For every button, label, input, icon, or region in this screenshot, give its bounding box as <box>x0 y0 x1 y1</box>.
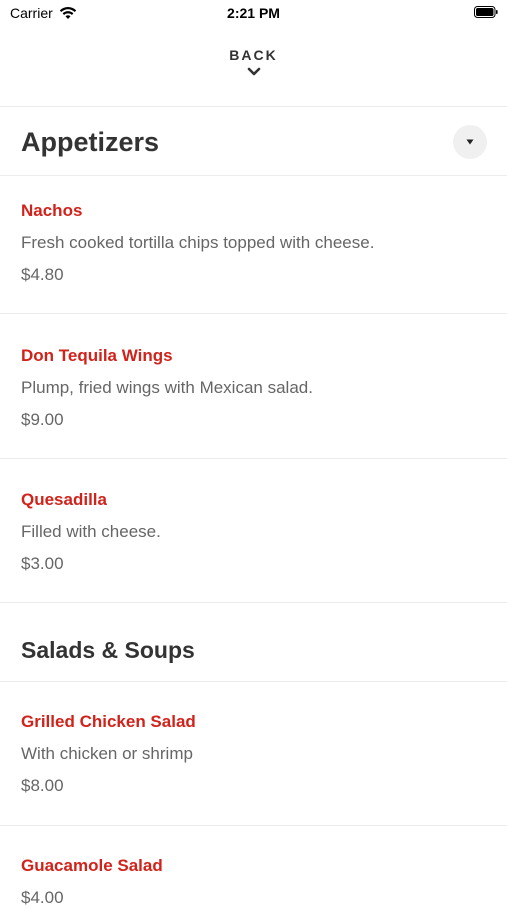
divider <box>0 106 507 107</box>
menu-item[interactable]: Guacamole Salad $4.00 <box>21 855 486 909</box>
divider <box>0 602 507 603</box>
status-bar: Carrier 2:21 PM <box>0 0 507 28</box>
divider <box>0 458 507 459</box>
divider <box>0 175 507 176</box>
menu-item[interactable]: Don Tequila Wings Plump, fried wings wit… <box>21 345 486 431</box>
menu-item[interactable]: Quesadilla Filled with cheese. $3.00 <box>21 489 486 575</box>
triangle-down-icon <box>466 139 474 145</box>
item-name: Grilled Chicken Salad <box>21 712 196 731</box>
item-name: Don Tequila Wings <box>21 346 173 365</box>
category-header-salads-soups[interactable]: Salads & Soups <box>0 618 507 682</box>
chevron-down-icon <box>247 67 260 76</box>
item-price: $4.80 <box>21 265 64 284</box>
item-price: $3.00 <box>21 554 64 573</box>
item-name: Quesadilla <box>21 490 107 509</box>
category-title: Appetizers <box>21 126 160 157</box>
divider <box>0 825 507 826</box>
item-price: $4.00 <box>21 888 64 907</box>
status-time: 2:21 PM <box>227 5 280 21</box>
menu-item[interactable]: Nachos Fresh cooked tortilla chips toppe… <box>21 200 486 286</box>
category-header-appetizers[interactable]: Appetizers <box>0 108 507 176</box>
item-name: Nachos <box>21 201 83 220</box>
back-button[interactable]: BACK <box>0 47 507 93</box>
menu-item[interactable]: Grilled Chicken Salad With chicken or sh… <box>21 711 486 797</box>
divider <box>0 313 507 314</box>
item-description: Filled with cheese. <box>21 522 161 541</box>
category-title: Salads & Soups <box>21 636 195 663</box>
item-price: $8.00 <box>21 776 64 795</box>
collapse-category-button[interactable] <box>453 125 487 159</box>
item-price: $9.00 <box>21 410 64 429</box>
divider <box>0 681 507 682</box>
item-description: Plump, fried wings with Mexican salad. <box>21 378 313 397</box>
item-description: With chicken or shrimp <box>21 744 193 763</box>
back-label: BACK <box>229 47 278 63</box>
item-name: Guacamole Salad <box>21 856 163 875</box>
battery-icon <box>474 6 498 18</box>
item-description: Fresh cooked tortilla chips topped with … <box>21 233 375 252</box>
